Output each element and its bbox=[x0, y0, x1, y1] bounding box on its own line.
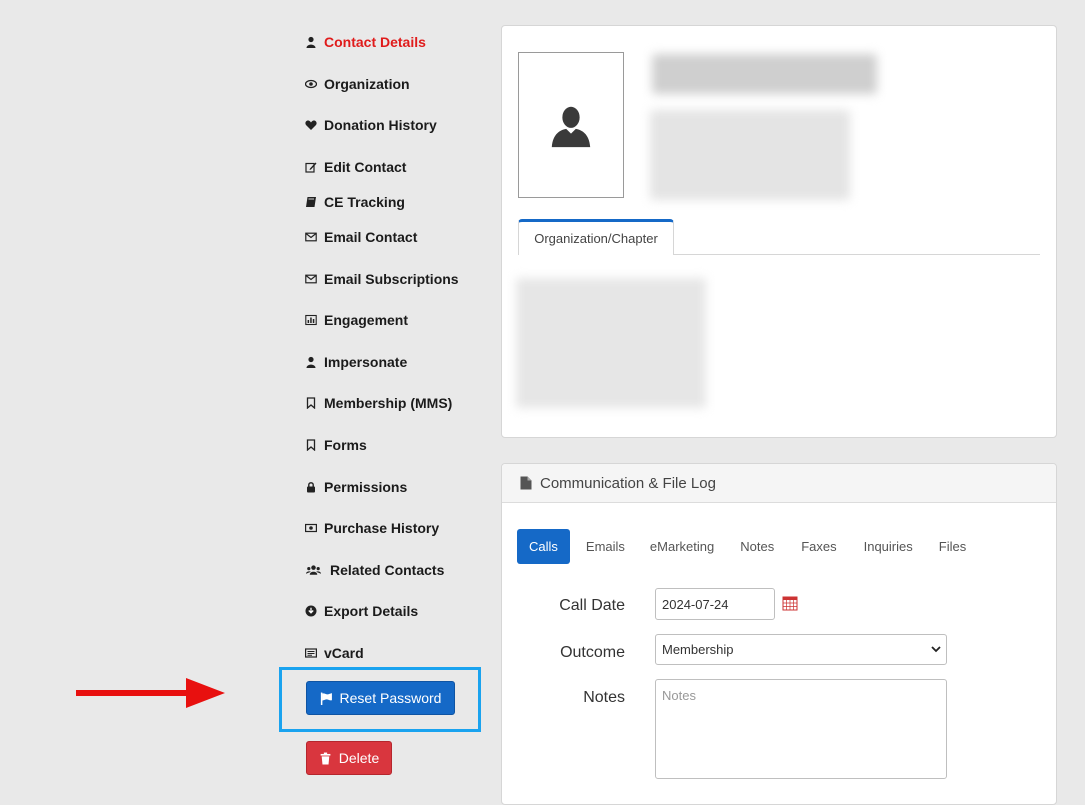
user-icon bbox=[304, 35, 318, 49]
tab-files[interactable]: Files bbox=[939, 539, 966, 554]
envelope-icon bbox=[304, 272, 318, 286]
call-date-value: 2024-07-24 bbox=[662, 596, 729, 612]
contact-profile-panel: Organization/Chapter bbox=[501, 25, 1057, 438]
red-arrow-annotation bbox=[76, 678, 225, 708]
sidebar-item-label: CE Tracking bbox=[324, 194, 405, 210]
sidebar-item-label: Edit Contact bbox=[324, 159, 407, 175]
tab-emarketing[interactable]: eMarketing bbox=[650, 539, 714, 554]
sidebar-item-ce-tracking[interactable]: CE Tracking bbox=[304, 194, 405, 210]
communication-log-panel: Communication & File Log Calls Emails eM… bbox=[501, 463, 1057, 805]
log-tabs: Calls Emails eMarketing Notes Faxes Inqu… bbox=[517, 529, 966, 564]
user-icon bbox=[304, 355, 318, 369]
tab-inquiries[interactable]: Inquiries bbox=[864, 539, 913, 554]
sidebar-item-organization[interactable]: Organization bbox=[304, 76, 410, 92]
outcome-select[interactable]: Membership bbox=[655, 634, 947, 665]
sidebar-item-label: Organization bbox=[324, 76, 410, 92]
calendar-icon[interactable] bbox=[782, 595, 798, 611]
tab-divider bbox=[674, 254, 1040, 255]
bookmark-icon bbox=[304, 438, 318, 452]
sidebar-item-vcard[interactable]: vCard bbox=[304, 645, 364, 661]
sidebar-item-email-subscriptions[interactable]: Email Subscriptions bbox=[304, 271, 459, 287]
sidebar-item-permissions[interactable]: Permissions bbox=[304, 479, 407, 495]
envelope-icon bbox=[304, 230, 318, 244]
tab-calls[interactable]: Calls bbox=[517, 529, 570, 564]
bar-chart-icon bbox=[304, 313, 318, 327]
sidebar-item-membership[interactable]: Membership (MMS) bbox=[304, 395, 452, 411]
sidebar-item-label: Email Subscriptions bbox=[324, 271, 459, 287]
tab-organization-chapter[interactable]: Organization/Chapter bbox=[518, 219, 674, 255]
panel-header: Communication & File Log bbox=[502, 464, 1056, 503]
sidebar-item-export-details[interactable]: Export Details bbox=[304, 603, 418, 619]
sidebar-item-label: vCard bbox=[324, 645, 364, 661]
outcome-label: Outcome bbox=[560, 644, 625, 661]
users-icon bbox=[304, 563, 322, 577]
blurred-organization-info bbox=[516, 278, 706, 408]
sidebar-item-impersonate[interactable]: Impersonate bbox=[304, 354, 407, 370]
notes-label: Notes bbox=[583, 689, 625, 706]
blurred-contact-name bbox=[652, 54, 877, 94]
sidebar-item-edit-contact[interactable]: Edit Contact bbox=[304, 159, 406, 175]
notes-placeholder: Notes bbox=[662, 688, 696, 703]
lock-icon bbox=[304, 480, 318, 494]
sidebar-item-label: Engagement bbox=[324, 312, 409, 328]
sidebar-item-label: Impersonate bbox=[324, 354, 408, 370]
file-icon bbox=[520, 476, 532, 490]
heart-icon bbox=[304, 118, 318, 132]
sidebar-item-label: Email Contact bbox=[324, 229, 418, 245]
call-date-field[interactable]: 2024-07-24 bbox=[655, 588, 775, 620]
outcome-value: Membership bbox=[662, 642, 734, 657]
sidebar-item-donation-history[interactable]: Donation History bbox=[304, 117, 437, 133]
panel-title: Communication & File Log bbox=[540, 474, 716, 492]
tab-emails[interactable]: Emails bbox=[586, 539, 625, 554]
trash-icon bbox=[320, 752, 331, 764]
delete-button[interactable]: Delete bbox=[306, 741, 392, 775]
avatar bbox=[518, 52, 624, 198]
chevron-down-icon bbox=[931, 646, 941, 653]
sidebar-item-label: Related Contacts bbox=[330, 562, 445, 578]
vcard-icon bbox=[304, 646, 318, 660]
tab-label: Organization/Chapter bbox=[534, 231, 658, 246]
reset-password-label: Reset Password bbox=[339, 690, 442, 706]
tab-faxes[interactable]: Faxes bbox=[801, 539, 836, 554]
sidebar-item-label: Purchase History bbox=[324, 520, 440, 536]
money-icon bbox=[304, 521, 318, 535]
sidebar-item-purchase-history[interactable]: Purchase History bbox=[304, 520, 439, 536]
tab-notes[interactable]: Notes bbox=[740, 539, 774, 554]
sidebar-item-label: Donation History bbox=[324, 117, 437, 133]
edit-icon bbox=[304, 160, 318, 174]
sidebar-item-engagement[interactable]: Engagement bbox=[304, 312, 408, 328]
call-date-label: Call Date bbox=[559, 597, 625, 614]
sidebar-item-label: Forms bbox=[324, 437, 367, 453]
flag-icon bbox=[320, 692, 332, 705]
sidebar-item-label: Export Details bbox=[324, 603, 419, 619]
notes-textarea[interactable]: Notes bbox=[655, 679, 947, 779]
download-icon bbox=[304, 604, 318, 618]
sidebar-item-forms[interactable]: Forms bbox=[304, 437, 367, 453]
book-icon bbox=[304, 195, 318, 209]
sidebar-item-related-contacts[interactable]: Related Contacts bbox=[304, 562, 444, 578]
delete-label: Delete bbox=[338, 750, 380, 766]
sidebar-item-label: Contact Details bbox=[324, 34, 426, 50]
blurred-contact-info bbox=[650, 110, 850, 200]
sidebar-item-label: Permissions bbox=[324, 479, 408, 495]
user-silhouette-icon bbox=[551, 106, 591, 148]
bookmark-icon bbox=[304, 396, 318, 410]
reset-password-button[interactable]: Reset Password bbox=[306, 681, 455, 715]
sidebar-item-email-contact[interactable]: Email Contact bbox=[304, 229, 417, 245]
sidebar-item-contact-details[interactable]: Contact Details bbox=[304, 34, 426, 50]
sidebar-item-label: Membership (MMS) bbox=[324, 395, 453, 411]
eye-icon bbox=[304, 77, 318, 91]
